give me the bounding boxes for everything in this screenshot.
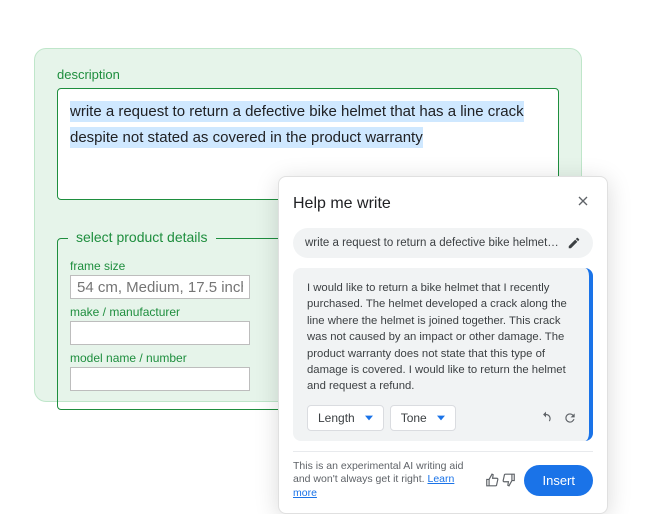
length-selector[interactable]: Length (307, 405, 384, 431)
thumbs-up-icon[interactable] (485, 473, 499, 487)
generated-result-card: I would like to return a bike helmet tha… (293, 268, 593, 441)
description-label: description (57, 67, 559, 82)
insert-button[interactable]: Insert (524, 465, 593, 496)
edit-icon[interactable] (567, 236, 581, 250)
make-input[interactable] (70, 321, 250, 345)
undo-icon[interactable] (539, 411, 553, 425)
length-label: Length (318, 411, 355, 425)
popover-header: Help me write (293, 191, 593, 216)
popover-title: Help me write (293, 195, 391, 213)
close-icon[interactable] (573, 191, 593, 216)
prompt-preview-row[interactable]: write a request to return a defective bi… (293, 228, 593, 258)
refresh-icon[interactable] (563, 411, 577, 425)
help-me-write-popover: Help me write write a request to return … (278, 176, 608, 514)
prompt-preview-text: write a request to return a defective bi… (305, 237, 559, 249)
popover-footer: This is an experimental AI writing aid a… (293, 451, 593, 501)
controls-row: Length Tone (307, 405, 577, 431)
model-input[interactable] (70, 367, 250, 391)
frame-size-input[interactable] (70, 275, 250, 299)
action-icons (539, 411, 577, 425)
thumbs-down-icon[interactable] (502, 473, 516, 487)
chevron-down-icon (437, 414, 445, 422)
feedback-icons (485, 473, 516, 487)
tone-label: Tone (401, 411, 427, 425)
tone-selector[interactable]: Tone (390, 405, 456, 431)
disclaimer-text: This is an experimental AI writing aid a… (293, 460, 477, 501)
fieldset-legend: select product details (68, 229, 216, 245)
description-text: write a request to return a defective bi… (70, 101, 524, 148)
chevron-down-icon (365, 414, 373, 422)
generated-text: I would like to return a bike helmet tha… (307, 280, 577, 395)
